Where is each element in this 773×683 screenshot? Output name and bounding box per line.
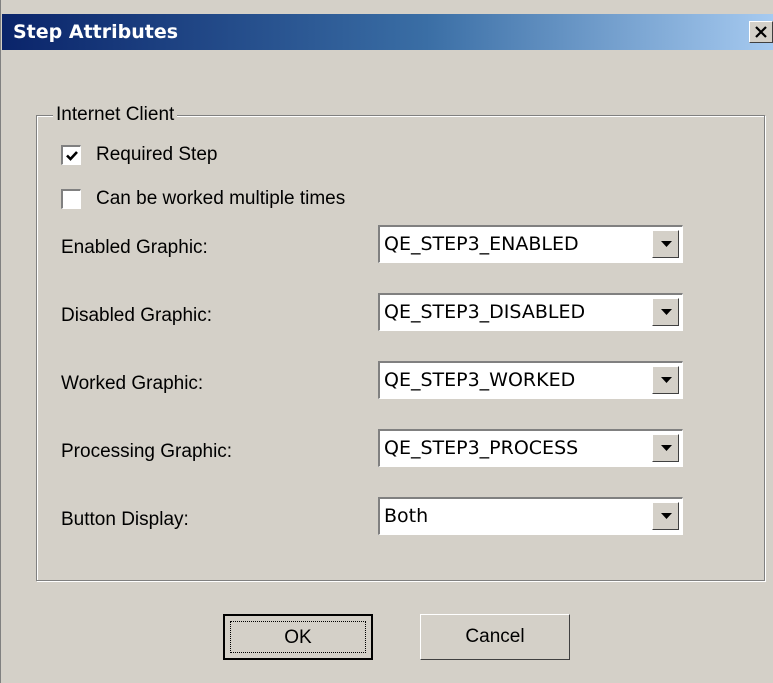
enabled-graphic-label: Enabled Graphic: — [61, 237, 208, 258]
chevron-down-icon — [661, 241, 672, 247]
chevron-down-icon — [661, 309, 672, 315]
step-attributes-dialog: Step Attributes Internet Client Required… — [0, 0, 773, 683]
checkmark-icon — [66, 151, 78, 161]
chevron-down-icon — [661, 445, 672, 451]
button-display-select[interactable]: Both — [378, 497, 683, 535]
ok-button[interactable]: OK — [223, 614, 373, 660]
button-display-dropdown-button[interactable] — [652, 502, 679, 530]
required-step-row[interactable]: Required Step — [61, 143, 217, 167]
cancel-button[interactable]: Cancel — [420, 614, 570, 660]
worked-graphic-label: Worked Graphic: — [61, 373, 204, 394]
worked-graphic-dropdown-button[interactable] — [652, 366, 679, 394]
disabled-graphic-label: Disabled Graphic: — [61, 305, 213, 326]
enabled-graphic-value: QE_STEP3_ENABLED — [384, 233, 579, 255]
processing-graphic-value: QE_STEP3_PROCESS — [384, 437, 579, 459]
disabled-graphic-dropdown-button[interactable] — [652, 298, 679, 326]
required-step-checkbox[interactable] — [61, 145, 81, 165]
cancel-button-label: Cancel — [465, 626, 525, 647]
processing-graphic-label: Processing Graphic: — [61, 441, 233, 462]
button-display-value: Both — [384, 505, 429, 527]
processing-graphic-select[interactable]: QE_STEP3_PROCESS — [378, 429, 683, 467]
group-legend: Internet Client — [53, 103, 178, 127]
multiple-times-row[interactable]: Can be worked multiple times — [61, 187, 345, 211]
ok-button-label: OK — [284, 627, 312, 648]
required-step-label: Required Step — [96, 144, 218, 165]
worked-graphic-select[interactable]: QE_STEP3_WORKED — [378, 361, 683, 399]
multiple-times-label: Can be worked multiple times — [96, 188, 346, 209]
processing-graphic-dropdown-button[interactable] — [652, 434, 679, 462]
close-icon — [755, 26, 767, 38]
disabled-graphic-select[interactable]: QE_STEP3_DISABLED — [378, 293, 683, 331]
worked-graphic-value: QE_STEP3_WORKED — [384, 369, 576, 391]
title-bar[interactable]: Step Attributes — [2, 14, 773, 50]
window-title: Step Attributes — [13, 21, 179, 43]
multiple-times-checkbox[interactable] — [61, 189, 81, 209]
disabled-graphic-value: QE_STEP3_DISABLED — [384, 301, 586, 323]
button-display-label: Button Display: — [61, 509, 189, 530]
chevron-down-icon — [661, 513, 672, 519]
chevron-down-icon — [661, 377, 672, 383]
enabled-graphic-select[interactable]: QE_STEP3_ENABLED — [378, 225, 683, 263]
enabled-graphic-dropdown-button[interactable] — [652, 230, 679, 258]
close-button[interactable] — [749, 21, 773, 43]
